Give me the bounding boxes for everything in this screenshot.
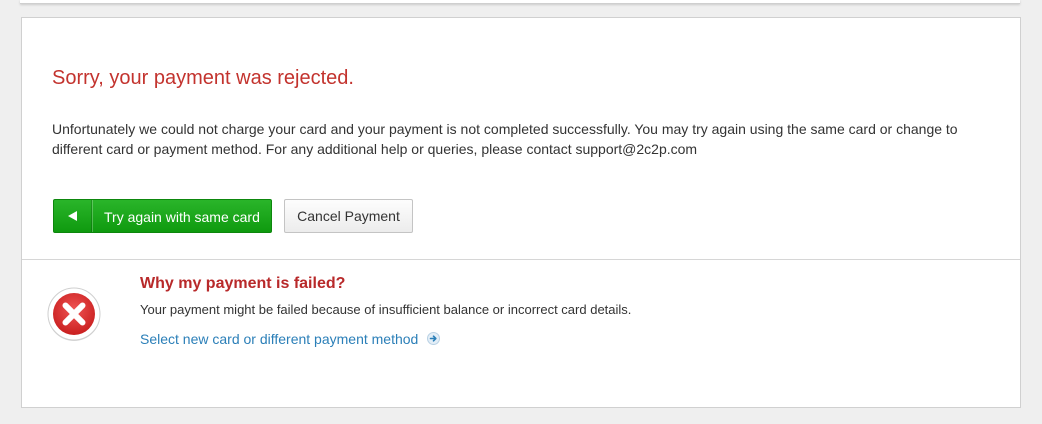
failure-reason-text: Your payment might be failed because of … — [140, 302, 632, 317]
failure-reason-title: Why my payment is failed? — [140, 275, 346, 292]
rejection-message: Unfortunately we could not charge your c… — [52, 121, 958, 157]
select-new-card-link[interactable]: Select new card or different payment met… — [140, 331, 441, 347]
select-new-card-link-label: Select new card or different payment met… — [140, 331, 419, 347]
back-arrow-icon — [54, 200, 93, 232]
rejection-section: Sorry, your payment was rejected. Unfort… — [22, 18, 1020, 260]
page-title: Sorry, your payment was rejected. — [52, 67, 354, 89]
previous-panel-edge — [20, 0, 1020, 4]
try-again-button-label: Try again with same card — [104, 209, 260, 225]
error-x-icon — [47, 287, 101, 341]
payment-result-panel: Sorry, your payment was rejected. Unfort… — [21, 17, 1021, 408]
try-again-button[interactable]: Try again with same card — [53, 199, 272, 233]
arrow-right-circle-icon — [427, 332, 441, 345]
cancel-payment-button[interactable]: Cancel Payment — [284, 199, 413, 233]
